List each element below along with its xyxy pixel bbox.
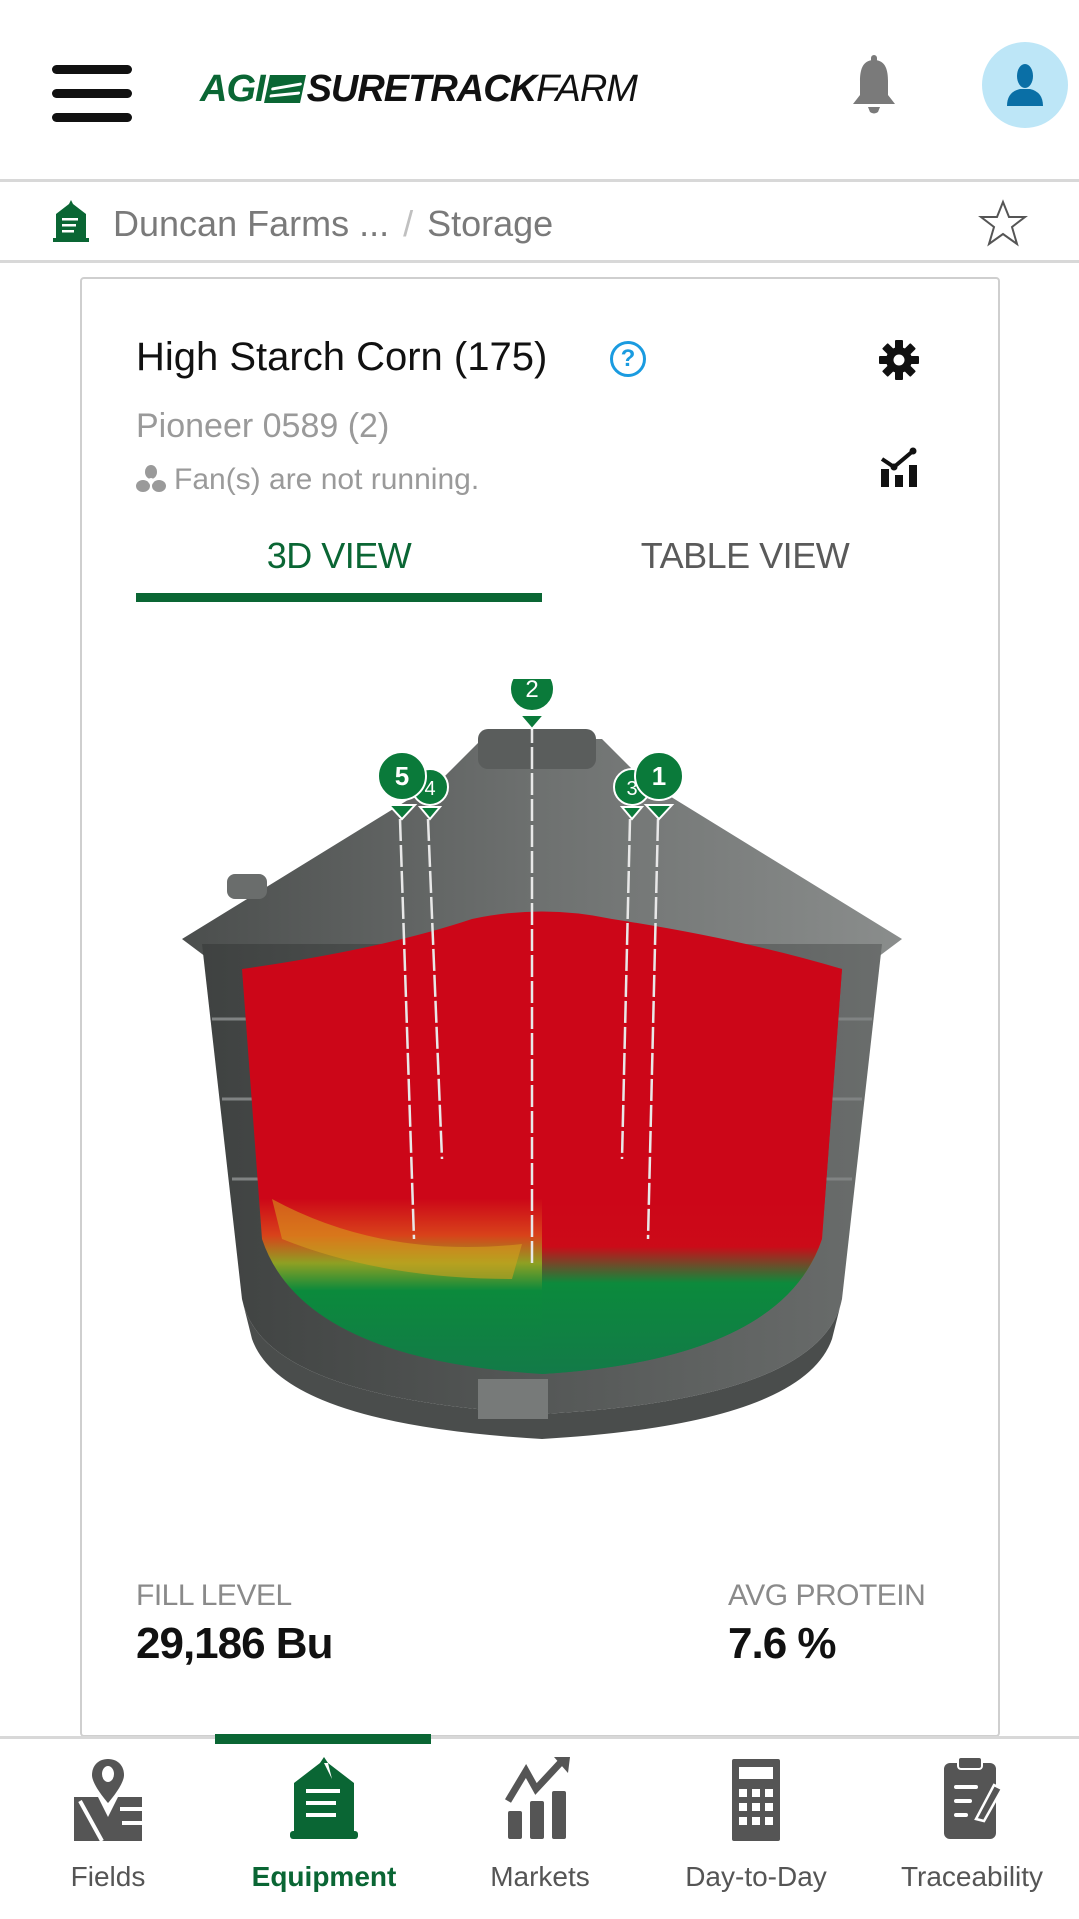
chart-icon <box>880 447 917 487</box>
gear-icon <box>879 340 919 380</box>
tab-table-view[interactable]: TABLE VIEW <box>542 529 948 601</box>
bin-icon <box>53 200 89 242</box>
nav-item-equipment[interactable]: Equipment <box>216 1739 432 1919</box>
avg-protein-label: AVG PROTEIN <box>728 1579 926 1612</box>
settings-button[interactable] <box>878 339 920 386</box>
nav-label: Markets <box>490 1861 590 1892</box>
cable-label: 5 <box>395 761 409 791</box>
notifications-button[interactable] <box>850 55 898 115</box>
tab-3d-view[interactable]: 3D VIEW <box>136 529 542 601</box>
breadcrumb-path: Duncan Farms ... / Storage <box>113 203 553 245</box>
nav-label: Equipment <box>251 1861 397 1892</box>
bottom-navigation: Fields Equipment Markets Day-to-Day Trac… <box>0 1734 1079 1919</box>
bin-3d-viewer[interactable]: 2 4 5 3 1 <box>182 666 902 1779</box>
help-icon[interactable]: ? <box>610 341 646 377</box>
nav-item-markets[interactable]: Markets <box>432 1739 648 1919</box>
trend-chart-icon <box>504 1757 570 1839</box>
profile-avatar-button[interactable] <box>982 42 1068 128</box>
hamburger-icon-line <box>52 113 132 122</box>
bin-subtitle: Pioneer 0589 (2) <box>136 407 390 445</box>
active-tab-indicator <box>136 593 542 602</box>
cable-label: 2 <box>525 679 538 703</box>
fan-status-text: Fan(s) are not running. <box>174 463 480 496</box>
breadcrumb-item-storage[interactable]: Storage <box>427 203 553 244</box>
fill-level-label: FILL LEVEL <box>136 1579 292 1612</box>
breadcrumb-separator: / <box>403 203 414 244</box>
bin-3d-canvas[interactable]: 2 4 5 3 1 <box>182 666 902 1479</box>
logo-farm-text: FARM <box>536 67 638 110</box>
app-header: AGI SURETRACK FARM <box>0 0 1079 182</box>
calculator-icon <box>732 1759 780 1841</box>
bell-icon <box>853 55 895 114</box>
grain-heatmap <box>242 911 842 1374</box>
nav-label: Fields <box>70 1861 146 1892</box>
fan-status: Fan(s) are not running. <box>136 463 479 497</box>
bin-card: High Starch Corn (175) ? Pioneer 0589 (2… <box>80 277 1000 1737</box>
breadcrumb: Duncan Farms ... / Storage <box>0 185 1079 263</box>
clipboard-icon <box>944 1757 1004 1839</box>
nav-item-traceability[interactable]: Traceability <box>864 1739 1079 1919</box>
cable-marker-2[interactable]: 2 <box>509 666 555 731</box>
user-icon <box>1007 64 1043 106</box>
avg-protein-value: 7.6 % <box>728 1619 837 1668</box>
breadcrumb-item-farm[interactable]: Duncan Farms ... <box>113 203 389 244</box>
logo-field-icon <box>263 75 306 103</box>
bin-icon <box>290 1757 358 1839</box>
bin-title: High Starch Corn (175) <box>136 335 548 379</box>
nav-item-fields[interactable]: Fields <box>0 1739 216 1919</box>
logo-agi-text: AGI <box>200 67 266 110</box>
app-logo: AGI SURETRACK FARM <box>200 66 638 112</box>
cable-label: 1 <box>652 761 666 791</box>
fan-icon <box>136 465 166 492</box>
view-tabs: 3D VIEW TABLE VIEW <box>136 529 948 602</box>
fill-level-value: 29,186 Bu <box>136 1619 333 1668</box>
hamburger-icon-line <box>52 89 132 98</box>
favorite-button[interactable] <box>978 199 1028 252</box>
hamburger-menu-button[interactable] <box>52 65 132 122</box>
nav-item-day-to-day[interactable]: Day-to-Day <box>648 1739 864 1919</box>
star-outline-icon <box>978 199 1028 247</box>
hamburger-icon-line <box>52 65 132 74</box>
nav-label: Traceability <box>900 1861 1044 1892</box>
nav-label: Day-to-Day <box>685 1861 827 1892</box>
map-pin-icon <box>74 1759 142 1841</box>
logo-suretrack-text: SURETRACK <box>306 67 538 110</box>
analytics-button[interactable] <box>878 447 920 494</box>
